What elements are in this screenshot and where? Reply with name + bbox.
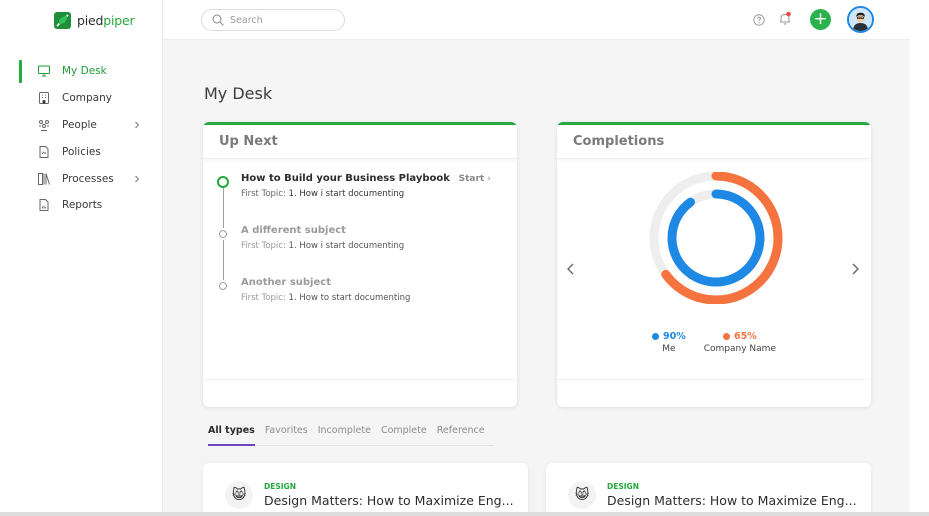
course-title: Design Matters: How to Maximize Eng... — [607, 493, 857, 508]
timeline-connector — [222, 188, 224, 228]
timeline-item-title: Another subject — [241, 277, 331, 288]
tab-all-types[interactable]: All types — [208, 425, 255, 444]
add-button[interactable]: + — [810, 9, 831, 30]
card-footer — [203, 379, 517, 407]
tab-favorites[interactable]: Favorites — [265, 425, 308, 444]
sidebar-item-label: My Desk — [62, 65, 107, 78]
chevron-right-icon — [135, 121, 140, 129]
legend-dot — [722, 333, 730, 340]
timeline-connector — [222, 240, 224, 280]
legend-label: Me — [662, 344, 676, 354]
brand-name: piedpiper — [77, 13, 135, 28]
avatar-image — [849, 8, 872, 31]
current-step-icon — [217, 176, 229, 188]
horizontal-scrollbar[interactable] — [0, 512, 929, 516]
sidebar-item-label: Reports — [62, 199, 103, 212]
legend-dot — [652, 333, 659, 340]
legend-item-me: 90% Me — [652, 331, 686, 354]
timeline-item-subtitle: First Topic: 1. How i start documenting — [241, 241, 405, 251]
sidebar-item-my-desk[interactable]: My Desk — [0, 58, 163, 85]
search-icon — [212, 14, 224, 26]
tab-complete[interactable]: Complete — [381, 425, 427, 444]
sidebar: piedpiper My Desk Company People Policie… — [0, 0, 163, 516]
legend-label: Company Name — [703, 344, 776, 354]
timeline-item-subtitle: First Topic: 1. How i start documenting — [241, 189, 405, 199]
search-box[interactable] — [201, 9, 345, 31]
page-title: My Desk — [204, 84, 273, 103]
timeline-item[interactable]: Another subject First Topic: 1. How to s… — [217, 276, 507, 328]
building-icon — [39, 92, 49, 105]
sidebar-item-people[interactable]: People — [0, 112, 163, 139]
people-icon — [39, 119, 49, 131]
start-button[interactable]: Start › — [459, 174, 491, 184]
top-bar: + — [163, 0, 910, 40]
chevron-right-icon — [135, 175, 140, 182]
completions-card: Completions 90% Me 65% Company Name — [557, 122, 871, 407]
report-icon — [39, 199, 49, 212]
up-next-card: Up Next How to Build your Business Playb… — [203, 122, 517, 407]
course-card[interactable]: 😸 DESIGN Design Matters: How to Maximize… — [546, 463, 871, 516]
chart-legend: 90% Me 65% Company Name — [557, 331, 871, 354]
legend-item-company: 65% Company Name — [704, 331, 776, 354]
filter-tabs: All types Favorites Incomplete Complete … — [208, 425, 485, 444]
card-title: Completions — [557, 125, 871, 159]
card-title: Up Next — [203, 125, 517, 159]
tab-incomplete[interactable]: Incomplete — [318, 425, 371, 444]
cat-emoji-icon: 😸 — [568, 481, 596, 509]
course-category: DESIGN — [607, 482, 639, 491]
sidebar-item-reports[interactable]: Reports — [0, 192, 163, 219]
sidebar-item-label: People — [62, 118, 97, 131]
sidebar-item-label: Company — [62, 92, 112, 105]
user-avatar[interactable] — [847, 6, 874, 33]
me-progress-ring — [667, 189, 765, 287]
help-icon[interactable] — [753, 14, 765, 26]
leaf-logo-icon — [54, 12, 71, 29]
legend-value: 90% — [663, 331, 686, 342]
notification-bell-icon[interactable] — [778, 11, 792, 26]
tab-reference[interactable]: Reference — [437, 425, 485, 444]
sidebar-item-processes[interactable]: Processes — [0, 165, 163, 192]
carousel-prev-icon[interactable] — [565, 262, 577, 276]
sidebar-item-policies[interactable]: Policies — [0, 138, 163, 165]
timeline-item[interactable]: How to Build your Business Playbook Firs… — [217, 172, 507, 228]
sidebar-nav: My Desk Company People Policies Processe… — [0, 58, 163, 219]
timeline-item-subtitle: First Topic: 1. How to start documenting — [241, 293, 411, 303]
app-logo[interactable]: piedpiper — [54, 12, 135, 29]
sidebar-item-company[interactable]: Company — [0, 85, 163, 112]
course-card[interactable]: 😸 DESIGN Design Matters: How to Maximize… — [203, 463, 528, 516]
sidebar-item-label: Policies — [62, 145, 101, 158]
document-icon — [39, 145, 49, 158]
active-tab-indicator — [208, 444, 255, 446]
sidebar-item-label: Processes — [62, 172, 114, 185]
right-edge — [910, 0, 929, 516]
carousel-next-icon[interactable] — [849, 262, 861, 276]
processes-icon — [38, 172, 50, 185]
chevron-right-icon: › — [487, 174, 491, 184]
card-footer — [557, 379, 871, 407]
plus-icon: + — [813, 9, 828, 29]
step-icon — [219, 230, 227, 238]
desktop-icon — [38, 65, 50, 77]
legend-value: 65% — [733, 331, 757, 342]
step-icon — [219, 282, 227, 290]
completions-donut-chart — [649, 172, 783, 304]
search-input[interactable] — [230, 14, 330, 26]
timeline-item[interactable]: A different subject First Topic: 1. How … — [217, 224, 507, 280]
timeline-item-title: A different subject — [241, 225, 346, 236]
cat-emoji-icon: 😸 — [225, 481, 253, 509]
course-title: Design Matters: How to Maximize Eng... — [264, 493, 514, 508]
course-category: DESIGN — [264, 482, 296, 491]
up-next-timeline: How to Build your Business Playbook Firs… — [217, 172, 507, 328]
